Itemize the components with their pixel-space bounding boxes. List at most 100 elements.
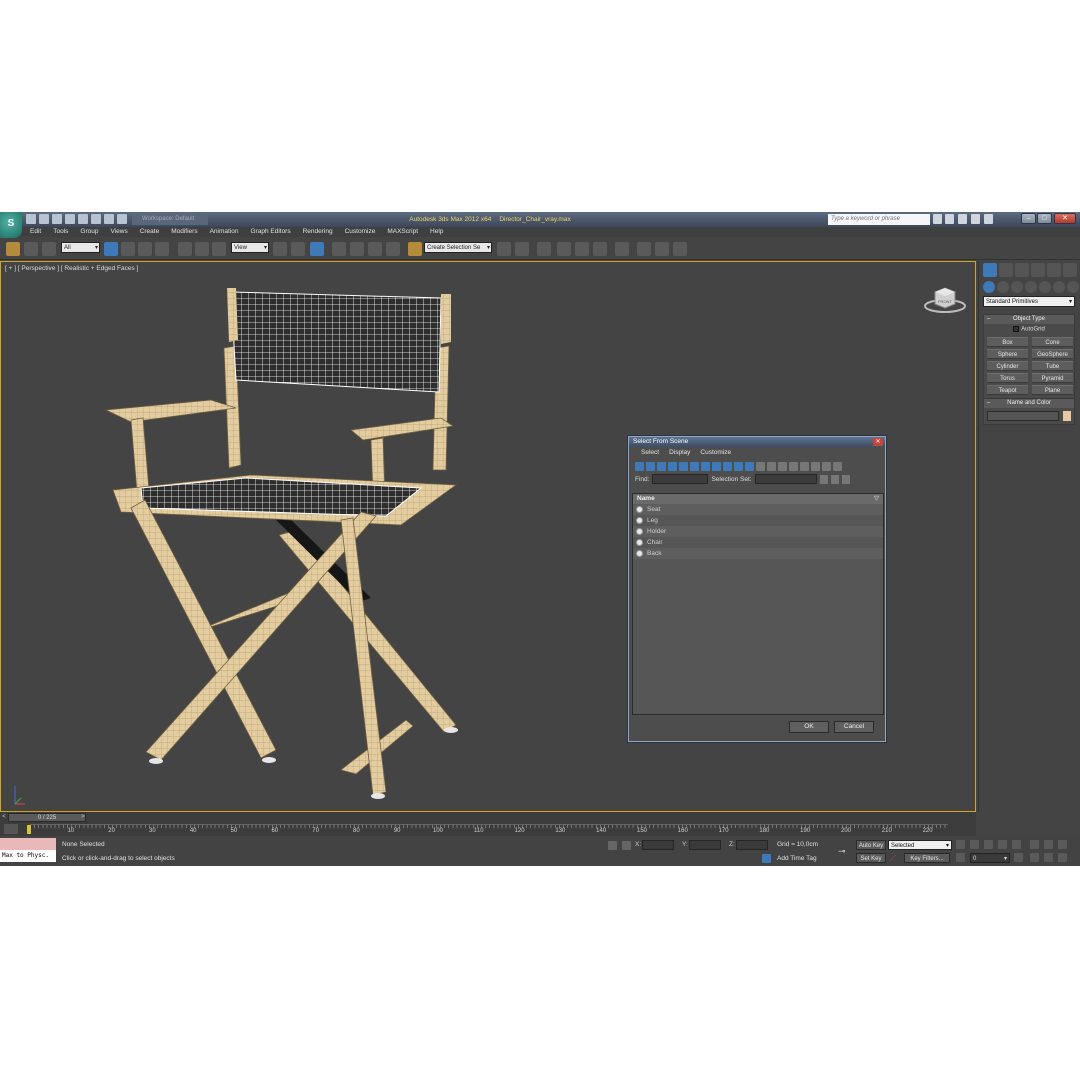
- menu-views[interactable]: Views: [110, 227, 127, 237]
- plane-button[interactable]: Plane: [1032, 384, 1073, 395]
- named-selection-sets-dropdown[interactable]: Create Selection Se: [424, 242, 492, 254]
- save-file-icon[interactable]: [52, 214, 62, 224]
- shapes-category-icon[interactable]: [997, 281, 1009, 293]
- display-groups-icon[interactable]: [701, 461, 710, 471]
- bind-space-warp-icon[interactable]: [42, 242, 56, 256]
- menu-modifiers[interactable]: Modifiers: [171, 227, 197, 237]
- menu-animation[interactable]: Animation: [210, 227, 239, 237]
- display-geometry-icon[interactable]: [635, 461, 644, 471]
- primitive-category-dropdown[interactable]: Standard Primitives: [983, 296, 1075, 308]
- geometry-category-icon[interactable]: [983, 281, 995, 293]
- z-coordinate-input[interactable]: [736, 840, 768, 850]
- align-icon[interactable]: [515, 242, 529, 256]
- tube-button[interactable]: Tube: [1032, 360, 1073, 371]
- box-button[interactable]: Box: [987, 336, 1028, 347]
- field-of-view-icon[interactable]: [1030, 853, 1039, 862]
- orbit-icon[interactable]: [1058, 853, 1067, 862]
- select-manipulate-icon[interactable]: [291, 242, 305, 256]
- utilities-tab-icon[interactable]: [1063, 263, 1077, 277]
- edit-selection-set-icon[interactable]: [830, 474, 839, 484]
- angle-snap-icon[interactable]: [350, 242, 364, 256]
- go-to-start-icon[interactable]: [956, 840, 965, 849]
- pivot-center-icon[interactable]: [273, 242, 287, 256]
- undo-icon[interactable]: [65, 214, 75, 224]
- redo-icon[interactable]: [91, 214, 101, 224]
- director-chair-model[interactable]: [101, 280, 481, 800]
- track-bar[interactable]: [30, 824, 948, 835]
- new-file-icon[interactable]: [26, 214, 36, 224]
- x-coordinate-input[interactable]: [642, 840, 674, 850]
- name-and-color-rollout-header[interactable]: – Name and Color: [984, 399, 1074, 408]
- modify-tab-icon[interactable]: [999, 263, 1013, 277]
- move-icon[interactable]: [178, 242, 192, 256]
- name-column-header[interactable]: Name: [633, 494, 883, 504]
- hold-icon[interactable]: [117, 214, 127, 224]
- time-configuration-icon[interactable]: [1014, 853, 1023, 862]
- scene-object-row[interactable]: Seat: [633, 504, 883, 515]
- mini-curve-editor-icon[interactable]: [4, 824, 18, 834]
- search-input[interactable]: Type a keyword or phrase: [828, 214, 930, 225]
- object-color-swatch[interactable]: [1063, 411, 1071, 421]
- object-type-rollout-header[interactable]: – Object Type: [984, 315, 1074, 324]
- viewport-label[interactable]: [ + ] [ Perspective ] [ Realistic + Edge…: [5, 265, 138, 272]
- helpers-category-icon[interactable]: [1039, 281, 1051, 293]
- render-production-icon[interactable]: [673, 242, 687, 256]
- display-containers-icon[interactable]: [734, 461, 743, 471]
- selection-set-dropdown[interactable]: [754, 474, 817, 484]
- snaps-toggle-icon[interactable]: [332, 242, 346, 256]
- scene-object-row[interactable]: Holder: [633, 526, 883, 537]
- zoom-extents-icon[interactable]: [1058, 840, 1067, 849]
- pan-view-icon[interactable]: [1044, 853, 1053, 862]
- y-coordinate-input[interactable]: [689, 840, 721, 850]
- time-slider-prev-icon[interactable]: <: [0, 813, 8, 822]
- create-tab-icon[interactable]: [983, 263, 997, 277]
- communication-icon[interactable]: [958, 214, 967, 224]
- ok-button[interactable]: OK: [789, 721, 829, 733]
- display-helpers-icon[interactable]: [679, 461, 688, 471]
- dialog-close-button[interactable]: ✕: [873, 438, 883, 446]
- menu-rendering[interactable]: Rendering: [303, 227, 333, 237]
- menu-customize[interactable]: Customize: [345, 227, 376, 237]
- display-frozen-icon[interactable]: [745, 461, 754, 471]
- cameras-category-icon[interactable]: [1025, 281, 1037, 293]
- spinner-snap-icon[interactable]: [386, 242, 400, 256]
- close-button[interactable]: ✕: [1054, 213, 1076, 224]
- display-tab-icon[interactable]: [1047, 263, 1061, 277]
- select-object-icon[interactable]: [104, 242, 118, 256]
- dialog-menu-select[interactable]: Select: [641, 447, 659, 459]
- set-key-filter-icon[interactable]: ⟋: [890, 854, 899, 863]
- time-slider[interactable]: 0 / 225: [8, 813, 86, 822]
- select-and-link-icon[interactable]: [6, 242, 20, 256]
- scene-object-row[interactable]: Chair: [633, 537, 883, 548]
- next-frame-icon[interactable]: [998, 840, 1007, 849]
- auto-key-button[interactable]: Auto Key: [856, 840, 886, 850]
- material-editor-icon[interactable]: [615, 242, 629, 256]
- torus-button[interactable]: Torus: [987, 372, 1028, 383]
- display-invert-icon[interactable]: [778, 461, 787, 471]
- filter-options-icon[interactable]: [833, 461, 842, 471]
- help-icon[interactable]: [984, 214, 993, 224]
- undo-dropdown-icon[interactable]: [78, 214, 88, 224]
- add-time-tag[interactable]: Add Time Tag: [777, 855, 817, 862]
- current-frame-marker[interactable]: [27, 825, 31, 834]
- rectangular-selection-icon[interactable]: [138, 242, 152, 256]
- display-none-icon[interactable]: [767, 461, 776, 471]
- time-slider-next-icon[interactable]: >: [79, 813, 87, 822]
- list-view-icon[interactable]: [800, 461, 809, 471]
- display-all-icon[interactable]: [756, 461, 765, 471]
- geosphere-button[interactable]: GeoSphere: [1032, 348, 1073, 359]
- scene-object-list[interactable]: Name Seat Leg Holder Chair Back: [632, 493, 884, 715]
- menu-create[interactable]: Create: [140, 227, 160, 237]
- absolute-mode-icon[interactable]: [622, 841, 631, 850]
- teapot-button[interactable]: Teapot: [987, 384, 1028, 395]
- lights-category-icon[interactable]: [1011, 281, 1023, 293]
- menu-help[interactable]: Help: [430, 227, 443, 237]
- workspace-selector[interactable]: Workspace: Default: [132, 214, 208, 225]
- pyramid-button[interactable]: Pyramid: [1032, 372, 1073, 383]
- scene-object-row[interactable]: Back: [633, 548, 883, 559]
- set-key-button[interactable]: Set Key: [856, 853, 886, 863]
- render-setup-icon[interactable]: [637, 242, 651, 256]
- display-bones-icon[interactable]: [723, 461, 732, 471]
- menu-graph-editors[interactable]: Graph Editors: [251, 227, 291, 237]
- key-mode-dropdown[interactable]: Selected: [888, 840, 952, 851]
